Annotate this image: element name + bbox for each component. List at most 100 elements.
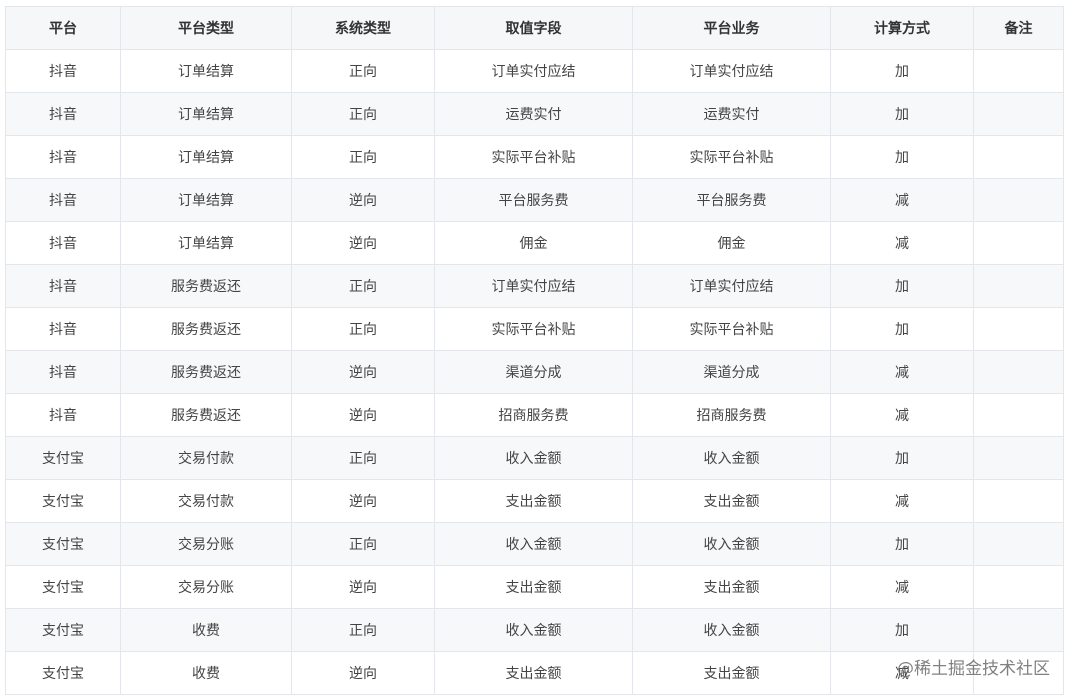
table-row: 抖音 服务费返还 逆向 渠道分成 渠道分成减 xyxy=(5,350,1064,394)
cell-platform: 支付宝 xyxy=(5,479,121,523)
cell-remark xyxy=(973,49,1064,93)
cell-value-field: 收入金额 xyxy=(434,608,633,652)
cell-platform-business: 订单实付应结 xyxy=(632,49,831,93)
table-row: 抖音 订单结算 正向 订单实付应结 订单实付应结加 xyxy=(5,49,1064,93)
cell-platform-business: 订单实付应结 xyxy=(632,264,831,308)
table-row: 支付宝 交易分账 逆向 支出金额 支出金额减 xyxy=(5,565,1064,609)
cell-platform-type: 服务费返还 xyxy=(120,264,292,308)
cell-platform-business: 收入金额 xyxy=(632,522,831,566)
cell-remark xyxy=(973,479,1064,523)
cell-value-field: 运费实付 xyxy=(434,92,633,136)
cell-platform: 抖音 xyxy=(5,393,121,437)
cell-platform-business: 收入金额 xyxy=(632,608,831,652)
cell-system-type: 逆向 xyxy=(291,393,435,437)
watermark-text: @稀土掘金技术社区 xyxy=(897,659,1050,679)
cell-system-type: 正向 xyxy=(291,307,435,351)
cell-remark xyxy=(973,178,1064,222)
cell-system-type: 逆向 xyxy=(291,565,435,609)
cell-platform: 抖音 xyxy=(5,135,121,179)
cell-platform-business: 收入金额 xyxy=(632,436,831,480)
header-system-type: 系统类型 xyxy=(291,6,435,50)
cell-value-field: 平台服务费 xyxy=(434,178,633,222)
cell-platform-business: 渠道分成 xyxy=(632,350,831,394)
cell-platform-business: 支出金额 xyxy=(632,651,831,695)
cell-platform-type: 收费 xyxy=(120,608,292,652)
table-body: 抖音 订单结算 正向 订单实付应结 订单实付应结加抖音 订单结算 正向 运费实付 运费实付加抖音… xyxy=(5,49,1064,695)
table-row: 支付宝 交易分账 正向 收入金额 收入金额加 xyxy=(5,522,1064,566)
cell-remark xyxy=(973,221,1064,265)
table-row: 抖音 服务费返还 正向 实际平台补贴 实际平台补贴加 xyxy=(5,307,1064,351)
table-row: 支付宝 交易付款 逆向 支出金额 支出金额减 xyxy=(5,479,1064,523)
cell-remark xyxy=(973,350,1064,394)
cell-value-field: 实际平台补贴 xyxy=(434,307,633,351)
cell-platform: 抖音 xyxy=(5,221,121,265)
header-platform-type: 平台类型 xyxy=(120,6,292,50)
cell-remark xyxy=(973,307,1064,351)
cell-platform-type: 交易付款 xyxy=(120,436,292,480)
cell-platform-type: 交易分账 xyxy=(120,565,292,609)
cell-platform-type: 订单结算 xyxy=(120,49,292,93)
cell-platform: 抖音 xyxy=(5,178,121,222)
cell-value-field: 招商服务费 xyxy=(434,393,633,437)
cell-remark xyxy=(973,135,1064,179)
cell-remark xyxy=(973,393,1064,437)
cell-platform-type: 交易分账 xyxy=(120,522,292,566)
cell-calc-method: 减 xyxy=(830,479,974,523)
table-row: 抖音 服务费返还 正向 订单实付应结 订单实付应结加 xyxy=(5,264,1064,308)
cell-value-field: 渠道分成 xyxy=(434,350,633,394)
cell-remark xyxy=(973,608,1064,652)
cell-system-type: 正向 xyxy=(291,608,435,652)
cell-value-field: 支出金额 xyxy=(434,651,633,695)
cell-platform-business: 支出金额 xyxy=(632,479,831,523)
cell-platform-type: 订单结算 xyxy=(120,92,292,136)
cell-platform-type: 服务费返还 xyxy=(120,393,292,437)
table-row: 抖音 订单结算 逆向 平台服务费 平台服务费减 xyxy=(5,178,1064,222)
cell-platform-business: 平台服务费 xyxy=(632,178,831,222)
cell-calc-method: 加 xyxy=(830,49,974,93)
cell-remark xyxy=(973,436,1064,480)
cell-value-field: 收入金额 xyxy=(434,436,633,480)
header-platform: 平台 xyxy=(5,6,121,50)
cell-platform: 抖音 xyxy=(5,264,121,308)
table-row: 抖音 订单结算 正向 运费实付 运费实付加 xyxy=(5,92,1064,136)
table-row: 支付宝 收费 正向 收入金额 收入金额加 xyxy=(5,608,1064,652)
cell-platform: 支付宝 xyxy=(5,436,121,480)
cell-system-type: 正向 xyxy=(291,135,435,179)
cell-platform: 支付宝 xyxy=(5,608,121,652)
header-remark: 备注 xyxy=(973,6,1064,50)
cell-platform-type: 订单结算 xyxy=(120,178,292,222)
table-row: 抖音 订单结算 逆向 佣金 佣金减 xyxy=(5,221,1064,265)
table-row: 抖音 订单结算 正向 实际平台补贴 实际平台补贴加 xyxy=(5,135,1064,179)
header-platform-business: 平台业务 xyxy=(632,6,831,50)
cell-system-type: 正向 xyxy=(291,264,435,308)
cell-platform-type: 订单结算 xyxy=(120,135,292,179)
cell-calc-method: 减 xyxy=(830,565,974,609)
cell-platform-type: 订单结算 xyxy=(120,221,292,265)
cell-calc-method: 减 xyxy=(830,178,974,222)
cell-calc-method: 减 xyxy=(830,393,974,437)
header-value-field: 取值字段 xyxy=(434,6,633,50)
cell-platform: 抖音 xyxy=(5,307,121,351)
cell-remark xyxy=(973,264,1064,308)
header-row: 平台 平台类型 系统类型 取值字段 平台业务 计算方式 备注 xyxy=(5,6,1064,50)
cell-system-type: 正向 xyxy=(291,92,435,136)
cell-platform-type: 收费 xyxy=(120,651,292,695)
table-row: 抖音 服务费返还 逆向 招商服务费 招商服务费减 xyxy=(5,393,1064,437)
cell-platform: 支付宝 xyxy=(5,651,121,695)
cell-platform-business: 佣金 xyxy=(632,221,831,265)
header-calc-method: 计算方式 xyxy=(830,6,974,50)
cell-platform-business: 招商服务费 xyxy=(632,393,831,437)
cell-calc-method: 加 xyxy=(830,92,974,136)
cell-remark xyxy=(973,565,1064,609)
cell-calc-method: 加 xyxy=(830,608,974,652)
cell-value-field: 订单实付应结 xyxy=(434,49,633,93)
table-header: 平台 平台类型 系统类型 取值字段 平台业务 计算方式 备注 xyxy=(5,6,1064,50)
cell-system-type: 正向 xyxy=(291,436,435,480)
cell-system-type: 正向 xyxy=(291,522,435,566)
cell-platform-type: 服务费返还 xyxy=(120,350,292,394)
cell-platform-business: 实际平台补贴 xyxy=(632,135,831,179)
cell-calc-method: 加 xyxy=(830,264,974,308)
cell-calc-method: 减 xyxy=(830,350,974,394)
cell-calc-method: 减 xyxy=(830,221,974,265)
watermark: @稀土掘金技术社区 xyxy=(897,654,1050,679)
